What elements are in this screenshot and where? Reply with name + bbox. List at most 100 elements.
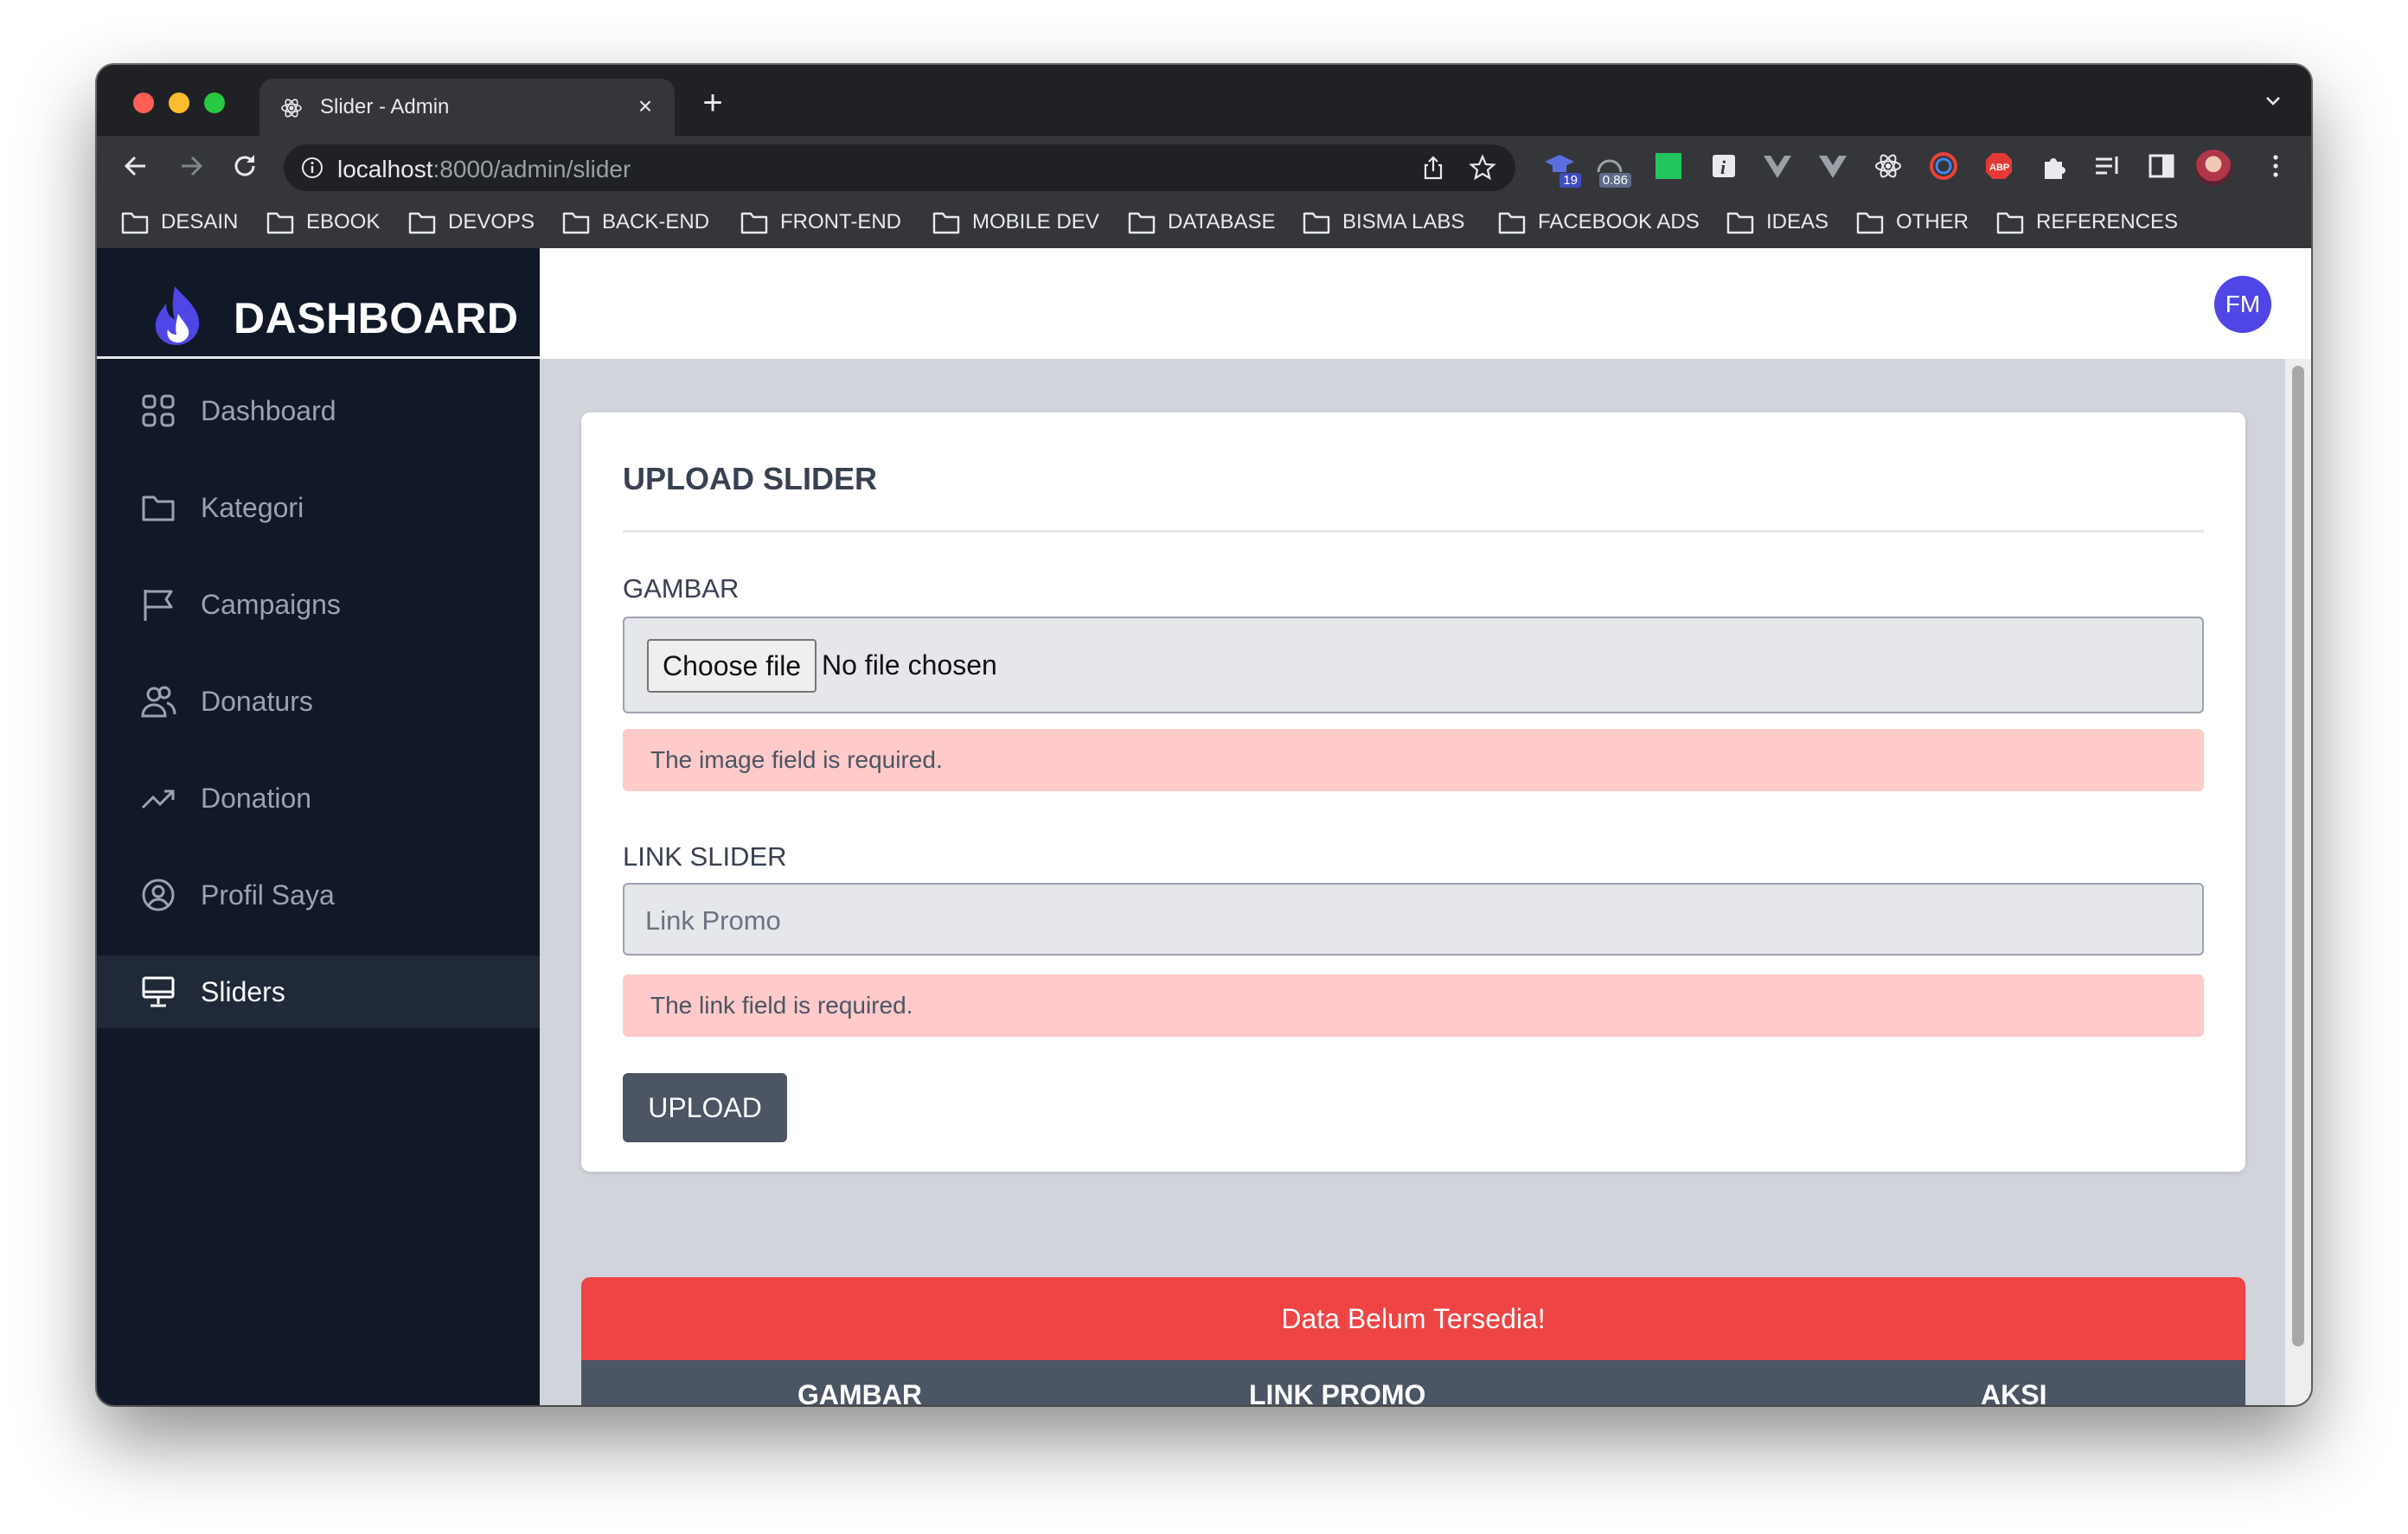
folder-icon [1726,212,1754,234]
info-icon[interactable] [301,157,323,179]
media-queue-icon[interactable] [2091,150,2124,182]
bookmark-label: MOBILE DEV [972,210,1099,233]
mortarboard-icon[interactable]: 19 [1543,150,1581,188]
link-promo-input[interactable]: Link Promo [623,883,2204,956]
folder-icon [142,495,175,521]
empty-state-text: Data Belum Tersedia! [1281,1303,1546,1334]
bookmark-folder-mobile-dev[interactable]: MOBILE DEV [932,208,1099,237]
bookmark-folder-desain[interactable]: DESAIN [121,208,238,237]
react-devtools-icon[interactable] [1872,150,1905,182]
user-avatar[interactable]: FM [2214,276,2271,333]
green-square-icon[interactable] [1652,150,1685,182]
upload-slider-card: UPLOAD SLIDER GAMBAR Choose file No file… [581,412,2245,1172]
sidebar-item-label: Donation [201,782,312,814]
svg-text:ABP: ABP [1989,163,2009,173]
bookmark-folder-devops[interactable]: DEVOPS [408,208,535,237]
bookmark-folder-database[interactable]: DATABASE [1128,208,1275,237]
sidebar-item-campaigns[interactable]: Campaigns [97,568,540,641]
tab-active[interactable]: Slider - Admin × [259,79,675,136]
image-error-text: The image field is required. [650,746,943,773]
divider [623,530,2204,533]
bookmark-label: FACEBOOK ADS [1538,210,1700,233]
grid-icon [142,394,175,427]
minimize-window-button[interactable] [169,93,189,113]
desktop-icon [142,976,175,1007]
bookmark-folder-other[interactable]: OTHER [1856,208,1969,237]
reload-icon[interactable] [228,150,261,182]
side-panel-icon[interactable] [2145,150,2178,182]
folder-icon [1498,212,1526,234]
color-picker-icon[interactable] [1927,150,1960,182]
sidebar-brand[interactable]: DASHBOARD [97,248,540,359]
bookmark-folder-references[interactable]: REFERENCES [1996,208,2178,237]
folder-icon [121,212,149,234]
page-scrollbar[interactable] [2285,359,2311,1405]
bookmark-label: DESAIN [161,210,239,233]
browser-window: Slider - Admin × + localhost:8000/admin/… [97,65,2311,1405]
link-promo-placeholder: Link Promo [645,905,781,936]
bookmark-label: OTHER [1896,210,1969,233]
sidebar-item-dashboard[interactable]: Dashboard [97,374,540,447]
forward-icon[interactable] [175,150,208,182]
bookmark-folder-front-end[interactable]: FRONT-END [740,208,901,237]
react-favicon-icon [281,99,302,118]
slider-table: Data Belum Tersedia! GAMBAR LINK PROMO A… [581,1277,2245,1405]
speed-icon[interactable]: 0.86 [1593,150,1631,188]
bookmark-label: BISMA LABS [1342,210,1465,233]
page-viewport: DASHBOARD Dashboard Kategori Campaigns D… [97,248,2311,1405]
sidebar-item-label: Dashboard [201,394,336,426]
vue-icon[interactable] [1816,150,1849,182]
sidebar-item-donation[interactable]: Donation [97,762,540,834]
sidebar-item-label: Profil Saya [201,879,335,911]
vue-devtools-icon[interactable] [1761,150,1794,182]
bookmark-label: IDEAS [1766,210,1829,233]
sidebar-item-sliders[interactable]: Sliders [97,956,540,1028]
new-tab-button[interactable]: + [694,84,732,122]
bookmark-folder-back-end[interactable]: BACK-END [562,208,709,237]
bookmark-star-icon[interactable] [1469,154,1496,182]
folder-icon [562,212,590,234]
chevron-down-icon[interactable] [2261,89,2285,113]
file-status-text: No file chosen [822,649,997,681]
sidebar-item-label: Sliders [201,975,285,1007]
share-icon[interactable] [1420,155,1446,181]
scrollbar-thumb[interactable] [2292,366,2304,1346]
flag-icon [144,590,173,621]
url-text: localhost:8000/admin/slider [337,156,631,182]
choose-file-button[interactable]: Choose file [647,639,817,693]
link-error-alert: The link field is required. [623,975,2204,1037]
italic-info-icon[interactable]: i [1707,150,1740,182]
sidebar-item-donaturs[interactable]: Donaturs [97,665,540,738]
address-bar[interactable]: localhost:8000/admin/slider [284,144,1515,191]
folder-icon [266,212,294,234]
image-file-input[interactable]: Choose file No file chosen [623,617,2204,713]
bookmark-folder-bisma-labs[interactable]: BISMA LABS [1303,208,1464,237]
image-field-label: GAMBAR [623,573,740,604]
browser-toolbar: localhost:8000/admin/slider 19 0.86 i AB… [97,136,2311,196]
bookmark-label: DATABASE [1168,210,1276,233]
back-icon[interactable] [119,150,152,182]
link-field-label: LINK SLIDER [623,841,787,872]
brand-title: DASHBOARD [234,294,519,342]
maximize-window-button[interactable] [204,93,225,113]
flame-logo-icon [155,286,200,345]
upload-button[interactable]: UPLOAD [623,1073,787,1142]
sidebar-item-label: Kategori [201,491,304,523]
close-tab-icon[interactable]: × [631,93,659,120]
bookmark-folder-ideas[interactable]: IDEAS [1726,208,1828,237]
bookmark-folder-facebook-ads[interactable]: FACEBOOK ADS [1498,208,1700,237]
adblock-plus-icon[interactable]: ABP [1982,150,2015,182]
folder-icon [408,212,436,234]
empty-state-row: Data Belum Tersedia! [581,1277,2245,1360]
card-title: UPLOAD SLIDER [623,461,878,496]
sidebar-item-profil-saya[interactable]: Profil Saya [97,859,540,931]
close-window-button[interactable] [133,93,154,113]
image-error-alert: The image field is required. [623,729,2204,791]
extensions-puzzle-icon[interactable] [2038,150,2071,182]
kebab-menu-icon[interactable] [2259,150,2292,182]
bookmark-folder-ebook[interactable]: EBOOK [266,208,380,237]
folder-icon [1128,212,1156,234]
top-navbar: FM [540,248,2311,359]
sidebar-item-kategori[interactable]: Kategori [97,471,540,544]
profile-avatar[interactable] [2195,150,2232,186]
